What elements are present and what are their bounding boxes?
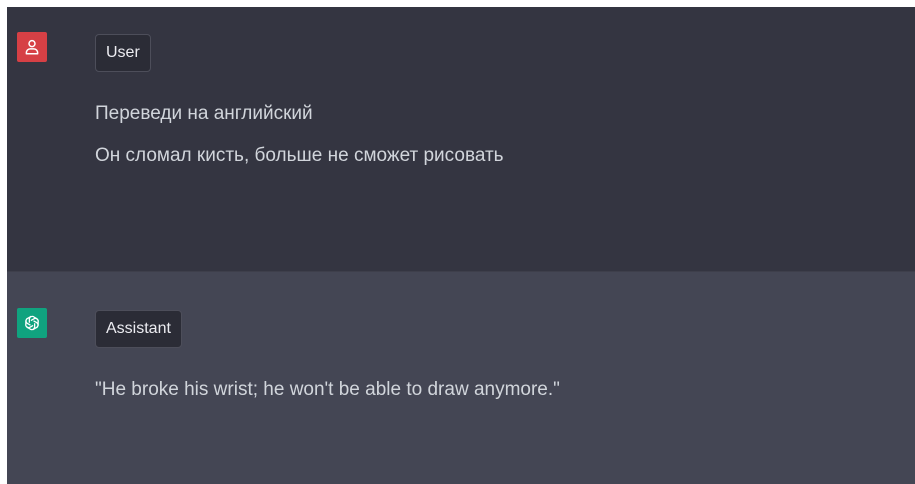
- openai-logo-icon: [24, 314, 40, 332]
- assistant-message: Assistant "He broke his wrist; he won't …: [7, 271, 915, 484]
- user-icon: [25, 39, 39, 55]
- assistant-role-badge: Assistant: [95, 310, 182, 348]
- user-avatar: [17, 32, 47, 62]
- chat-transcript: User Переведи на английский Он сломал ки…: [7, 7, 915, 484]
- user-message: User Переведи на английский Он сломал ки…: [7, 7, 915, 271]
- user-message-line: Он сломал кисть, больше не сможет рисова…: [95, 145, 504, 166]
- user-role-badge: User: [95, 34, 151, 72]
- user-message-line: Переведи на английский: [95, 103, 313, 124]
- assistant-message-line: "He broke his wrist; he won't be able to…: [95, 379, 560, 400]
- assistant-avatar: [17, 308, 47, 338]
